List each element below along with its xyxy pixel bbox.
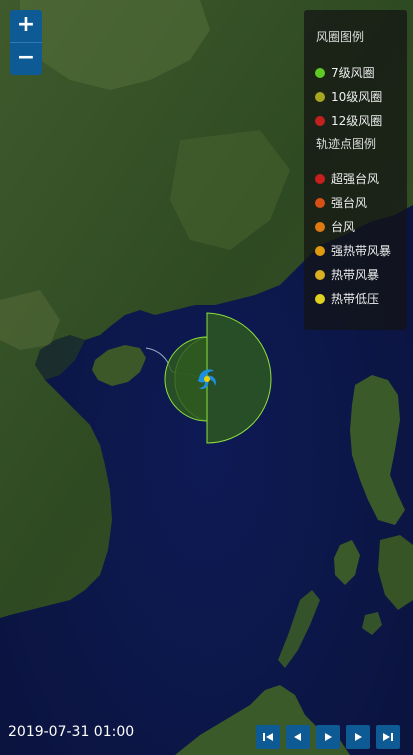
next-frame-button[interactable] bbox=[346, 725, 370, 749]
first-frame-button[interactable] bbox=[256, 725, 280, 749]
zoom-out-button[interactable]: − bbox=[10, 43, 42, 75]
dot-icon bbox=[315, 293, 325, 304]
dot-icon bbox=[315, 221, 325, 232]
legend-label: 7级风圈 bbox=[331, 66, 375, 80]
skip-start-icon bbox=[263, 733, 273, 741]
legend-panel: 风圈图例 7级风圈 10级风圈 12级风圈 轨迹点图例 超强台风 强台风 台风 … bbox=[304, 10, 407, 330]
legend-item-wind-10: 10级风圈 bbox=[315, 89, 382, 105]
legend-label: 10级风圈 bbox=[331, 90, 383, 104]
step-back-icon bbox=[294, 733, 301, 741]
legend-label: 台风 bbox=[331, 220, 356, 234]
legend-item-strong-typhoon: 强台风 bbox=[315, 195, 367, 211]
dot-icon bbox=[315, 173, 325, 184]
dot-icon bbox=[315, 197, 325, 208]
dot-icon bbox=[315, 269, 325, 280]
legend-label: 热带低压 bbox=[331, 292, 380, 306]
play-button[interactable] bbox=[316, 725, 340, 749]
play-icon bbox=[325, 733, 332, 741]
zoom-in-button[interactable]: + bbox=[10, 10, 42, 42]
legend-label: 12级风圈 bbox=[331, 114, 383, 128]
legend-item-wind-12: 12级风圈 bbox=[315, 113, 382, 129]
legend-item-tropical-depression: 热带低压 bbox=[315, 291, 379, 307]
last-frame-button[interactable] bbox=[376, 725, 400, 749]
previous-frame-button[interactable] bbox=[286, 725, 310, 749]
skip-end-icon bbox=[383, 733, 393, 741]
legend-item-super-typhoon: 超强台风 bbox=[315, 171, 379, 187]
legend-label: 超强台风 bbox=[331, 172, 380, 186]
legend-item-severe-tropical-storm: 强热带风暴 bbox=[315, 243, 391, 259]
legend-label: 热带风暴 bbox=[331, 268, 380, 282]
step-forward-icon bbox=[355, 733, 362, 741]
dot-icon bbox=[315, 67, 325, 78]
legend-item-tropical-storm: 热带风暴 bbox=[315, 267, 379, 283]
zoom-control: + − bbox=[10, 10, 42, 75]
wind-legend-title: 风圈图例 bbox=[316, 30, 365, 44]
legend-item-wind-7: 7级风圈 bbox=[315, 65, 375, 81]
timestamp-label: 2019-07-31 01:00 bbox=[8, 724, 135, 740]
dot-icon bbox=[315, 115, 325, 126]
dot-icon bbox=[315, 245, 325, 256]
dot-icon bbox=[315, 91, 325, 102]
legend-label: 强热带风暴 bbox=[331, 244, 392, 258]
legend-label: 强台风 bbox=[331, 196, 368, 210]
legend-item-typhoon: 台风 bbox=[315, 219, 355, 235]
track-legend-title: 轨迹点图例 bbox=[316, 137, 377, 151]
